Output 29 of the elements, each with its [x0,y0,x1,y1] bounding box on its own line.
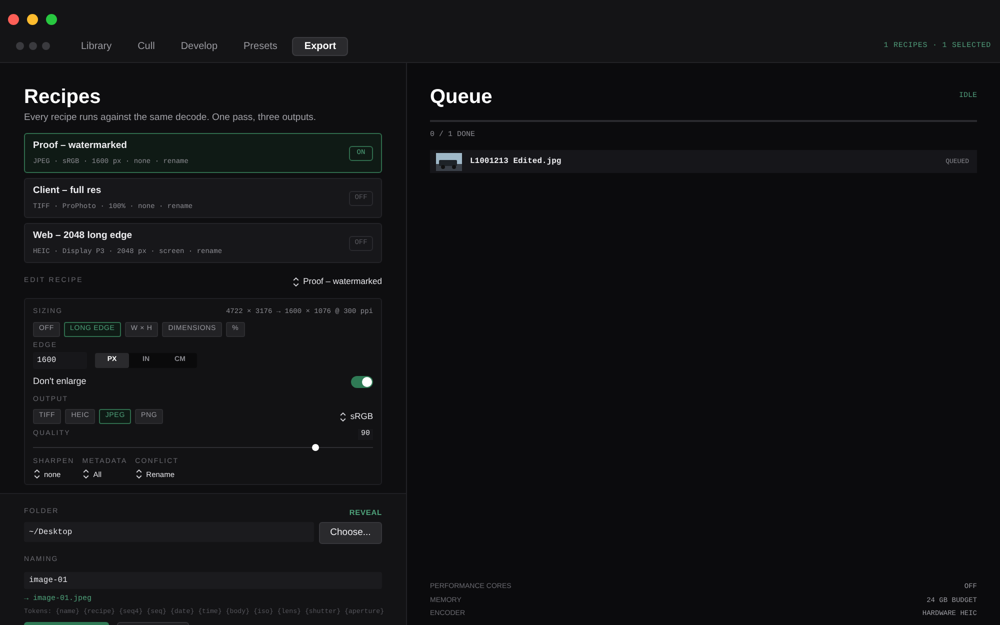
naming-field[interactable]: image-01 [24,572,382,589]
up-down-chevron-icon [82,469,90,480]
section-subtitle: Every recipe runs against the same decode. One pass, three outputs. [24,111,318,125]
up-down-chevron-icon [339,412,348,422]
section-title: Queue [430,85,492,109]
tab[interactable]: Presets [232,37,288,56]
choose-button[interactable]: Choose... [319,522,382,544]
tab[interactable]: Develop [170,37,229,56]
up-down-chevron-icon [135,469,144,480]
recipe-name: Client – full res [33,184,102,198]
up-down-chevron-icon [292,276,300,287]
slider-thumb[interactable] [312,444,319,451]
tab[interactable]: Export [292,37,348,56]
zoom-button[interactable] [46,14,57,25]
file-name: L1001213 Edited.jpg [470,156,562,168]
section-title: Recipes [24,85,102,109]
close-button[interactable] [8,14,19,25]
tab[interactable]: Library [70,37,123,56]
recipe-name: Proof – watermarked [33,139,128,154]
recipe-name: Web – 2048 long edge [33,229,134,244]
recipe-picker[interactable]: Proof – watermarked [292,275,382,288]
folder-field[interactable]: ~/Desktop [24,522,314,542]
minimize-button[interactable] [27,14,38,25]
up-down-chevron-icon [33,469,41,480]
tab[interactable]: Cull [126,37,166,56]
option-label: Don't enlarge [33,375,86,388]
edge-input[interactable]: 1600 [33,352,87,369]
toggle-switch[interactable] [351,376,373,388]
color-space-picker[interactable]: sRGB [339,410,373,423]
